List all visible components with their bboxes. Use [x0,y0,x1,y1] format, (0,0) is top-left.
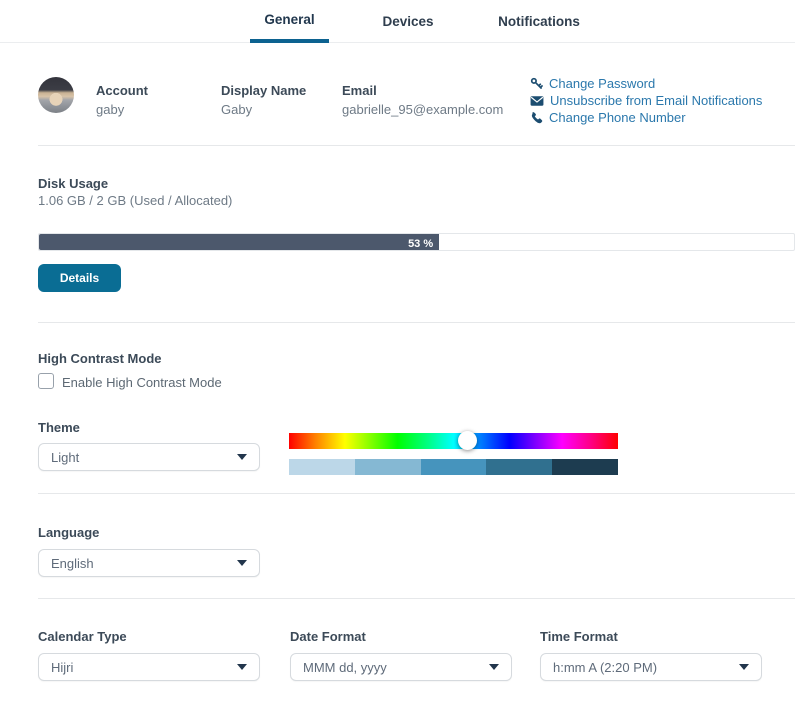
hue-slider-handle[interactable] [458,431,477,450]
theme-select-value: Light [51,450,237,465]
language-select[interactable]: English [38,549,260,577]
chevron-down-icon [739,664,749,670]
display-name-field: Display Name Gaby [221,83,306,117]
calendar-type-label: Calendar Type [38,629,127,644]
divider [38,145,795,146]
display-name-value: Gaby [221,102,306,117]
display-name-label: Display Name [221,83,306,98]
date-format-select[interactable]: MMM dd, yyyy [290,653,512,681]
unsubscribe-email-link[interactable]: Unsubscribe from Email Notifications [530,92,762,109]
tab-general-label: General [264,12,314,27]
avatar [38,77,74,113]
change-password-link[interactable]: Change Password [530,75,655,92]
tab-bar: General Devices Notifications [0,0,795,43]
theme-select[interactable]: Light [38,443,260,471]
unsubscribe-email-label: Unsubscribe from Email Notifications [550,93,762,108]
chevron-down-icon [237,454,247,460]
account-value: gaby [96,102,148,117]
envelope-icon [530,95,544,107]
calendar-type-select[interactable]: Hijri [38,653,260,681]
time-format-select[interactable]: h:mm A (2:20 PM) [540,653,762,681]
high-contrast-checkbox-label: Enable High Contrast Mode [62,375,222,390]
divider [38,322,795,323]
tab-notifications-label: Notifications [498,14,580,29]
disk-usage-title: Disk Usage [38,176,108,191]
disk-usage-fill: 53 % [39,234,439,250]
change-password-label: Change Password [549,76,655,91]
language-label: Language [38,525,99,540]
chevron-down-icon [489,664,499,670]
date-format-value: MMM dd, yyyy [303,660,489,675]
date-format-label: Date Format [290,629,366,644]
email-label: Email [342,83,503,98]
theme-swatches [289,459,618,475]
disk-usage-bar: 53 % [38,233,795,251]
change-phone-link[interactable]: Change Phone Number [530,109,686,126]
calendar-type-value: Hijri [51,660,237,675]
hue-slider[interactable] [289,433,618,449]
theme-label: Theme [38,420,80,435]
tab-general[interactable]: General [250,0,329,43]
phone-icon [530,111,543,124]
divider [38,598,795,599]
theme-swatch [289,459,355,475]
theme-swatch [552,459,618,475]
email-field: Email gabrielle_95@example.com [342,83,503,117]
settings-page: General Devices Notifications Account ga… [0,0,795,701]
disk-usage-percent: 53 % [408,238,439,250]
tab-devices[interactable]: Devices [369,0,447,43]
theme-swatch [486,459,552,475]
theme-swatch [421,459,487,475]
chevron-down-icon [237,664,247,670]
high-contrast-title: High Contrast Mode [38,351,162,366]
key-icon [530,77,543,90]
disk-usage-subtitle: 1.06 GB / 2 GB (Used / Allocated) [38,193,232,208]
high-contrast-checkbox[interactable] [38,373,54,389]
tab-notifications[interactable]: Notifications [487,0,591,43]
email-value: gabrielle_95@example.com [342,102,503,117]
time-format-value: h:mm A (2:20 PM) [553,660,739,675]
account-field: Account gaby [96,83,148,117]
theme-swatch [355,459,421,475]
tab-devices-label: Devices [382,14,433,29]
chevron-down-icon [237,560,247,566]
divider [38,493,795,494]
language-select-value: English [51,556,237,571]
details-button[interactable]: Details [38,264,121,292]
change-phone-label: Change Phone Number [549,110,686,125]
time-format-label: Time Format [540,629,618,644]
account-label: Account [96,83,148,98]
